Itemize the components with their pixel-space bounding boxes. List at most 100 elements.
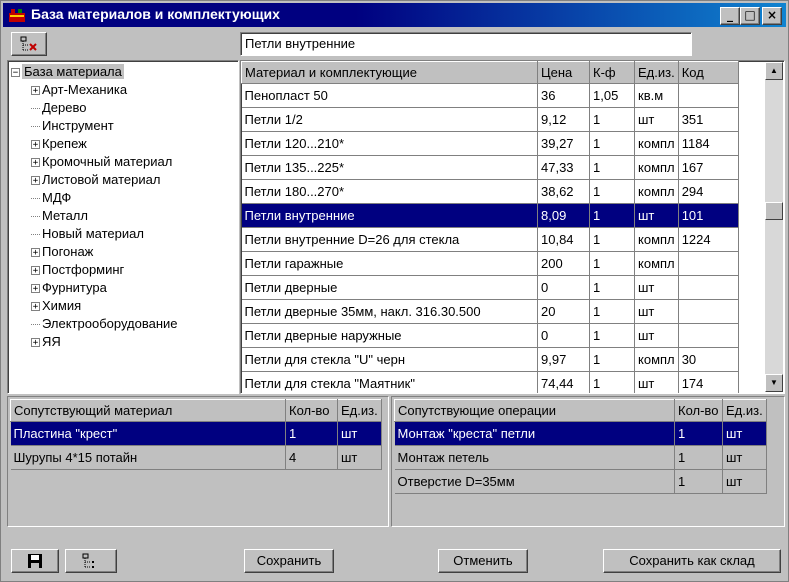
expand-icon[interactable]: +: [31, 302, 40, 312]
table-cell: 9,97: [537, 347, 590, 372]
table-cell: 1: [589, 155, 635, 180]
expand-icon[interactable]: +: [31, 248, 40, 258]
table-row[interactable]: Монтаж "креста" петли 1 шт: [394, 421, 767, 446]
column-header[interactable]: Ед.из.: [722, 399, 767, 422]
table-row[interactable]: Петли дверные 35мм, накл. 316.30.500 20 1 ш…: [241, 299, 739, 324]
title-bar[interactable]: База материалов и комплектующих _ □ ×: [3, 3, 786, 27]
expand-icon[interactable]: +: [31, 176, 40, 186]
table-cell: [678, 299, 739, 324]
tree-item[interactable]: + Листовой материал: [31, 171, 160, 189]
table-cell: шт: [722, 469, 767, 494]
search-input[interactable]: Петли внутренние: [240, 32, 692, 56]
column-header[interactable]: Цена: [537, 61, 590, 84]
column-header[interactable]: К-ф: [589, 61, 635, 84]
tree-connector: [31, 324, 40, 326]
cancel-button[interactable]: Отменить: [438, 549, 528, 573]
tree-item[interactable]: + Химия: [31, 297, 81, 315]
tree-button[interactable]: [65, 549, 117, 573]
minimize-button[interactable]: _: [720, 7, 740, 25]
expand-icon[interactable]: +: [31, 140, 40, 150]
table-cell: Монтаж "креста" петли: [394, 421, 675, 446]
save-disk-button[interactable]: [11, 549, 59, 573]
tree-item[interactable]: + Постформинг: [31, 261, 124, 279]
category-tree[interactable]: − База материала + Арт-Механика Дерево Инстру…: [7, 60, 239, 394]
table-cell: компл: [634, 251, 679, 276]
expand-icon[interactable]: +: [31, 338, 40, 348]
related-materials-panel: Сопутствующий материал Кол-во Ед.из. Пласт…: [7, 396, 389, 527]
table-cell: 1: [589, 299, 635, 324]
table-row[interactable]: Петли 120...210* 39,27 1 компл 1184: [241, 131, 739, 156]
table-cell: 1: [589, 371, 635, 393]
column-header[interactable]: Кол-во: [674, 399, 723, 422]
table-cell: Петли внутренние D=26 для стекла: [241, 227, 538, 252]
tree-item[interactable]: + Арт-Механика: [31, 81, 127, 99]
tree-item-label: Дерево: [42, 100, 87, 115]
table-row[interactable]: Пенопласт 50 36 1,05 кв.м: [241, 83, 739, 108]
table-cell: 1: [674, 445, 723, 470]
tree-item[interactable]: Электрооборудование: [31, 315, 178, 333]
column-header[interactable]: Сопутствующие операции: [394, 399, 675, 422]
table-cell: 1224: [678, 227, 739, 252]
column-header[interactable]: Материал и комплектующие: [241, 61, 538, 84]
tree-root[interactable]: − База материала: [11, 63, 124, 81]
save-button[interactable]: Сохранить: [244, 549, 334, 573]
tree-delete-icon: [20, 36, 37, 51]
table-cell: Отверстие D=35мм: [394, 469, 675, 494]
scroll-thumb[interactable]: [765, 202, 783, 220]
collapse-icon[interactable]: −: [11, 68, 20, 78]
table-row[interactable]: Пластина "крест" 1 шт: [10, 421, 382, 446]
tree-item[interactable]: Металл: [31, 207, 88, 225]
expand-icon[interactable]: +: [31, 284, 40, 294]
table-cell: Петли гаражные: [241, 251, 538, 276]
table-row[interactable]: Петли дверные наружные 0 1 шт: [241, 323, 739, 348]
table-row[interactable]: Шурупы 4*15 потайн 4 шт: [10, 445, 382, 470]
table-cell: шт: [634, 299, 679, 324]
table-row[interactable]: Петли 1/2 9,12 1 шт 351: [241, 107, 739, 132]
table-row[interactable]: Петли внутренние 8,09 1 шт 101: [241, 203, 739, 228]
table-cell: шт: [634, 107, 679, 132]
materials-scrollbar[interactable]: ▲ ▼: [765, 62, 783, 392]
window-title: База материалов и комплектующих: [31, 6, 280, 22]
column-header[interactable]: Ед.из.: [634, 61, 679, 84]
expand-icon[interactable]: +: [31, 158, 40, 168]
table-row[interactable]: Петли для стекла "Маятник" 74,44 1 шт 174: [241, 371, 739, 393]
scroll-down-arrow[interactable]: ▼: [765, 374, 783, 392]
maximize-button[interactable]: □: [740, 7, 760, 25]
table-row[interactable]: Монтаж петель 1 шт: [394, 445, 767, 470]
table-cell: 1: [285, 421, 338, 446]
tree-item[interactable]: Новый материал: [31, 225, 144, 243]
column-header[interactable]: Кол-во: [285, 399, 338, 422]
table-row[interactable]: Петли 135...225* 47,33 1 компл 167: [241, 155, 739, 180]
table-row[interactable]: Петли для стекла "U" черн 9,97 1 компл 30: [241, 347, 739, 372]
tree-connector: [31, 234, 40, 236]
table-cell: шт: [337, 421, 382, 446]
table-cell: шт: [634, 371, 679, 393]
save-as-warehouse-button[interactable]: Сохранить как склад: [603, 549, 781, 573]
expand-icon[interactable]: +: [31, 86, 40, 96]
tree-item[interactable]: + ЯЯ: [31, 333, 61, 351]
table-row[interactable]: Петли 180...270* 38,62 1 компл 294: [241, 179, 739, 204]
tree-item[interactable]: МДФ: [31, 189, 71, 207]
table-row[interactable]: Петли гаражные 200 1 компл: [241, 251, 739, 276]
tree-item[interactable]: + Кромочный материал: [31, 153, 172, 171]
table-row[interactable]: Петли дверные 0 1 шт: [241, 275, 739, 300]
close-button[interactable]: ×: [762, 7, 782, 25]
tree-item[interactable]: Инструмент: [31, 117, 114, 135]
table-row[interactable]: Петли внутренние D=26 для стекла 10,84 1 ко…: [241, 227, 739, 252]
tree-item-label: Постформинг: [42, 262, 125, 277]
column-header[interactable]: Ед.из.: [337, 399, 382, 422]
table-row[interactable]: Отверстие D=35мм 1 шт: [394, 469, 767, 494]
expand-icon[interactable]: +: [31, 266, 40, 276]
tree-connector: [31, 198, 40, 200]
tree-item[interactable]: + Фурнитура: [31, 279, 107, 297]
table-cell: 1184: [678, 131, 739, 156]
tree-item[interactable]: Дерево: [31, 99, 86, 117]
materials-table: Материал и комплектующие Цена К-ф Ед.из. Код…: [241, 61, 739, 393]
tree-item[interactable]: + Погонаж: [31, 243, 93, 261]
column-header[interactable]: Сопутствующий материал: [10, 399, 286, 422]
column-header[interactable]: Код: [677, 61, 739, 84]
tree-item[interactable]: + Крепеж: [31, 135, 87, 153]
scroll-up-arrow[interactable]: ▲: [765, 62, 783, 80]
tree-connector: [31, 108, 40, 110]
tree-delete-button[interactable]: [11, 32, 47, 56]
